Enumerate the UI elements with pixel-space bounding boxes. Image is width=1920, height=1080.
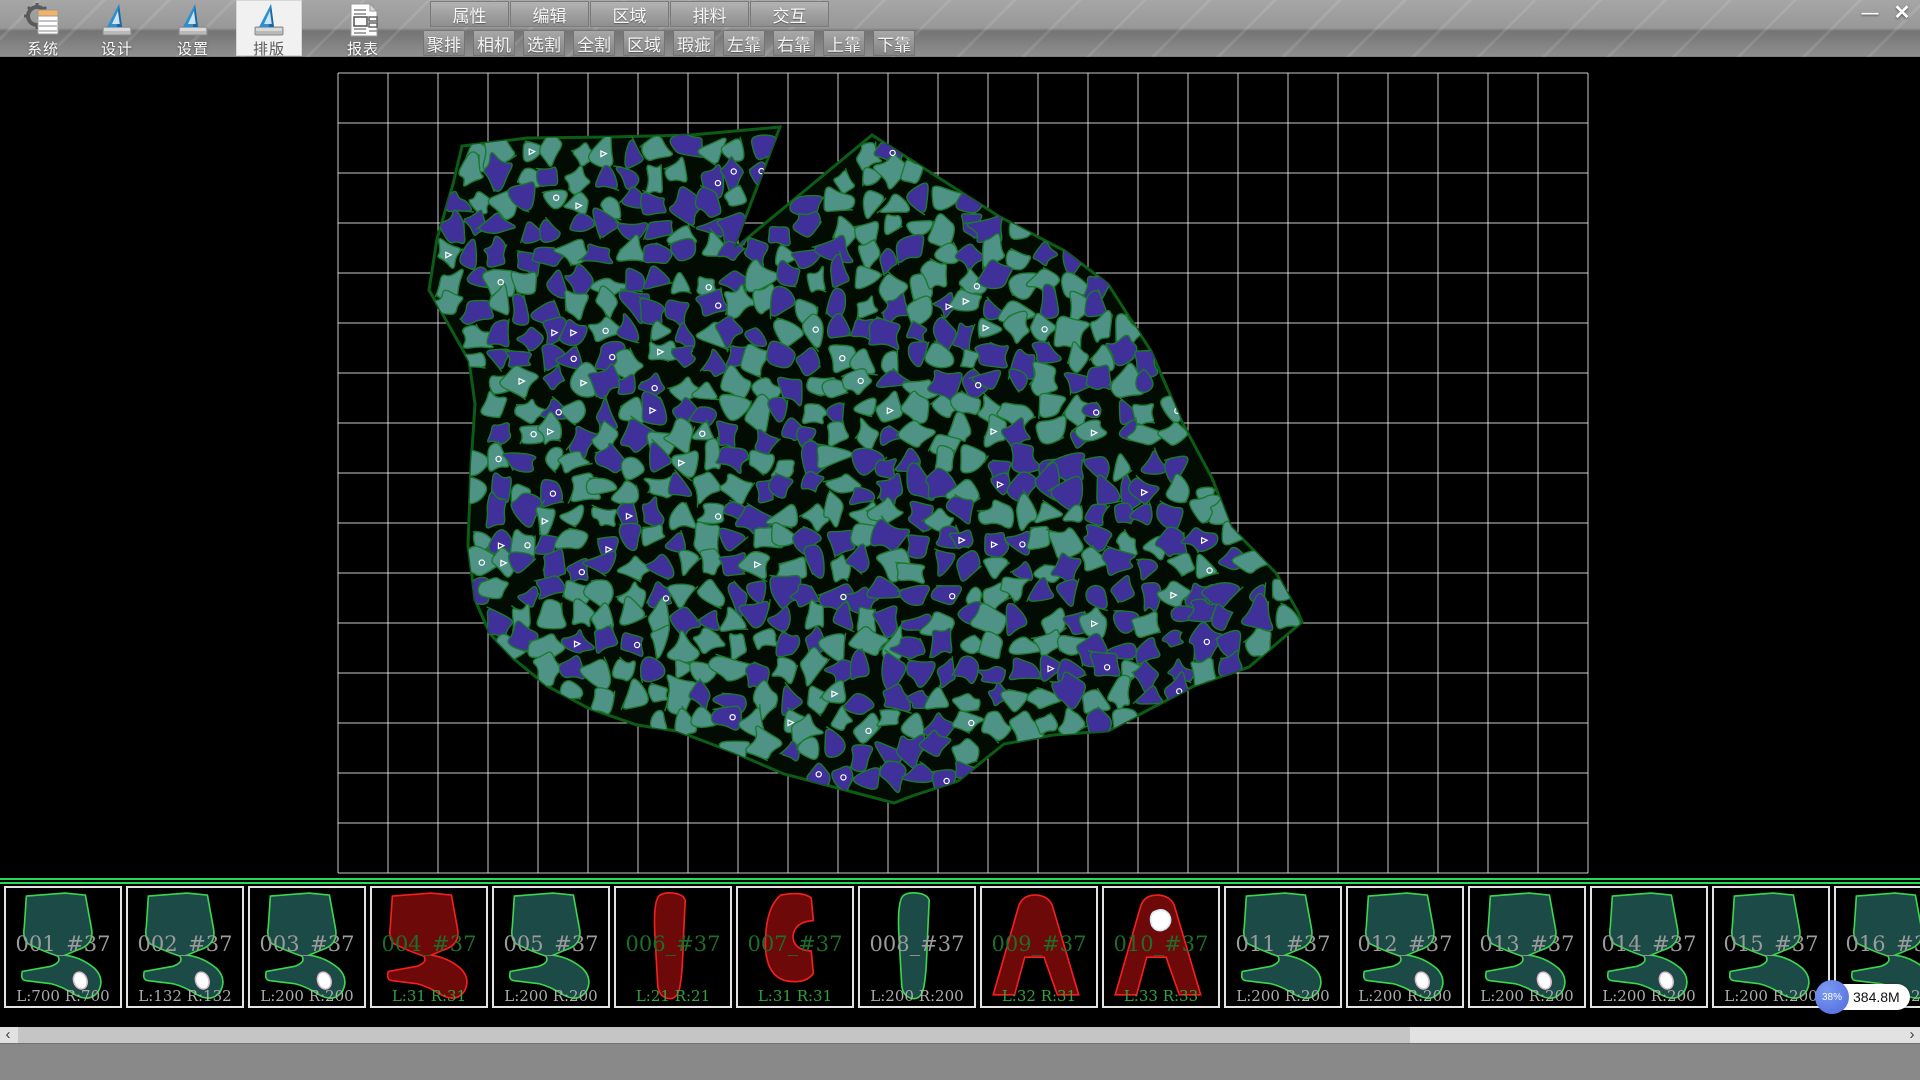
piece-lr-count: L:700 R:700 xyxy=(6,987,120,1005)
horizontal-scrollbar[interactable]: ‹ › xyxy=(0,1027,1920,1043)
app-button-label: 报表 xyxy=(330,38,396,59)
piece-lr-count: L:200 R:200 xyxy=(1348,987,1462,1005)
status-bar xyxy=(0,1043,1920,1080)
piece-thumbnail[interactable]: 002_#37 L:132 R:132 xyxy=(126,886,244,1008)
tool-button-align-left[interactable]: 左靠 xyxy=(723,30,765,56)
piece-lr-count: L:31 R:31 xyxy=(372,987,486,1005)
piece-id-label: 010_#37 xyxy=(1104,932,1218,956)
ruler-icon xyxy=(84,2,150,38)
piece-lr-count: L:200 R:200 xyxy=(1470,987,1584,1005)
system-icon xyxy=(10,2,76,38)
piece-id-label: 015_#37 xyxy=(1714,932,1828,956)
minimize-button[interactable]: — xyxy=(1856,2,1884,24)
tool-button-cut-all[interactable]: 全割 xyxy=(573,30,615,56)
ruler-icon xyxy=(236,2,302,38)
piece-id-label: 002_#37 xyxy=(128,932,242,956)
tool-bar: 聚排相机选割全割区域瑕疵左靠右靠上靠下靠 xyxy=(423,30,923,56)
menu-item-region[interactable]: 区域 xyxy=(590,1,669,27)
piece-id-label: 012_#37 xyxy=(1348,932,1462,956)
scroll-left-arrow[interactable]: ‹ xyxy=(0,1027,16,1043)
tool-button-select-cut[interactable]: 选割 xyxy=(523,30,565,56)
menu-item-interact[interactable]: 交互 xyxy=(750,1,829,27)
tool-button-align-bottom[interactable]: 下靠 xyxy=(873,30,915,56)
tool-button-align-right[interactable]: 右靠 xyxy=(773,30,815,56)
piece-id-label: 011_#37 xyxy=(1226,932,1340,956)
window-controls: — ✕ xyxy=(1856,2,1916,24)
piece-thumbnail[interactable]: 005_#37 L:200 R:200 xyxy=(492,886,610,1008)
menu-item-properties[interactable]: 属性 xyxy=(430,1,509,27)
piece-thumbnail[interactable]: 014_#37 L:200 R:200 xyxy=(1590,886,1708,1008)
piece-lr-count: L:200 R:200 xyxy=(1714,987,1828,1005)
piece-id-label: 005_#37 xyxy=(494,932,608,956)
piece-id-label: 001_#37 xyxy=(6,932,120,956)
piece-lr-count: L:200 R:200 xyxy=(250,987,364,1005)
piece-lr-count: L:200 R:200 xyxy=(1226,987,1340,1005)
piece-id-label: 003_#37 xyxy=(250,932,364,956)
close-button[interactable]: ✕ xyxy=(1888,2,1916,24)
strip-accent-line xyxy=(0,878,1920,880)
piece-lr-count: L:132 R:132 xyxy=(128,987,242,1005)
piece-lr-count: L:200 R:200 xyxy=(1592,987,1706,1005)
app-button-layout[interactable]: 排版 xyxy=(236,0,302,56)
tool-button-region[interactable]: 区域 xyxy=(623,30,665,56)
memory-value: 384.8M xyxy=(1853,989,1900,1005)
app-button-label: 设计 xyxy=(84,38,150,59)
app-button-system[interactable]: 系统 xyxy=(10,0,76,56)
menu-item-edit[interactable]: 编辑 xyxy=(510,1,589,27)
scroll-right-arrow[interactable]: › xyxy=(1904,1027,1920,1043)
tool-button-camera[interactable]: 相机 xyxy=(473,30,515,56)
piece-thumbnail[interactable]: 011_#37 L:200 R:200 xyxy=(1224,886,1342,1008)
piece-thumbnail-cells: 001_#37 L:700 R:700 002_#37 L:132 R:132 003_… xyxy=(0,886,1920,1008)
piece-thumbnail[interactable]: 003_#37 L:200 R:200 xyxy=(248,886,366,1008)
piece-lr-count: L:31 R:31 xyxy=(738,987,852,1005)
toolbar: 系统设计设置排版报表 属性编辑区域排料交互 聚排相机选割全割区域瑕疵左靠右靠上靠… xyxy=(0,0,1920,57)
piece-lr-count: L:21 R:21 xyxy=(616,987,730,1005)
piece-thumbnail-strip: 001_#37 L:700 R:700 002_#37 L:132 R:132 003_… xyxy=(0,878,1920,1010)
menu-bar: 属性编辑区域排料交互 xyxy=(430,1,830,28)
percent-indicator: 38% xyxy=(1815,980,1849,1014)
piece-lr-count: L:32 R:31 xyxy=(982,987,1096,1005)
app-button-label: 排版 xyxy=(236,38,302,59)
piece-thumbnail[interactable]: 015_#37 L:200 R:200 xyxy=(1712,886,1830,1008)
piece-id-label: 004_#37 xyxy=(372,932,486,956)
piece-id-label: 013_#37 xyxy=(1470,932,1584,956)
piece-id-label: 014_#37 xyxy=(1592,932,1706,956)
piece-thumbnail[interactable]: 010_#37 L:33 R:33 xyxy=(1102,886,1220,1008)
nesting-layout-drawing xyxy=(0,57,1920,878)
piece-thumbnail[interactable]: 007_#37 L:31 R:31 xyxy=(736,886,854,1008)
memory-badge: 38% 384.8M xyxy=(1822,984,1910,1010)
piece-id-label: 016_#37 xyxy=(1836,932,1920,956)
app-button-label: 设置 xyxy=(160,38,226,59)
tool-button-align-top[interactable]: 上靠 xyxy=(823,30,865,56)
app-button-design[interactable]: 设计 xyxy=(84,0,150,56)
app-window: 系统设计设置排版报表 属性编辑区域排料交互 聚排相机选割全割区域瑕疵左靠右靠上靠… xyxy=(0,0,1920,1080)
piece-thumbnail[interactable]: 013_#37 L:200 R:200 xyxy=(1468,886,1586,1008)
strip-accent-line xyxy=(0,882,1920,884)
piece-thumbnail[interactable]: 006_#37 L:21 R:21 xyxy=(614,886,732,1008)
tool-button-defect[interactable]: 瑕疵 xyxy=(673,30,715,56)
report-icon xyxy=(330,2,396,38)
tool-button-cluster-nest[interactable]: 聚排 xyxy=(423,30,465,56)
piece-thumbnail[interactable]: 008_#37 L:200 R:200 xyxy=(858,886,976,1008)
piece-thumbnail[interactable]: 001_#37 L:700 R:700 xyxy=(4,886,122,1008)
piece-id-label: 006_#37 xyxy=(616,932,730,956)
piece-thumbnail[interactable]: 004_#37 L:31 R:31 xyxy=(370,886,488,1008)
piece-lr-count: L:200 R:200 xyxy=(494,987,608,1005)
piece-lr-count: L:33 R:33 xyxy=(1104,987,1218,1005)
menu-item-nesting[interactable]: 排料 xyxy=(670,1,749,27)
nesting-canvas[interactable] xyxy=(0,57,1920,878)
ruler-icon xyxy=(160,2,226,38)
app-button-report[interactable]: 报表 xyxy=(330,0,396,56)
piece-id-label: 008_#37 xyxy=(860,932,974,956)
scrollbar-thumb[interactable] xyxy=(18,1027,1410,1043)
piece-lr-count: L:200 R:200 xyxy=(860,987,974,1005)
app-button-settings[interactable]: 设置 xyxy=(160,0,226,56)
piece-thumbnail[interactable]: 012_#37 L:200 R:200 xyxy=(1346,886,1464,1008)
piece-id-label: 009_#37 xyxy=(982,932,1096,956)
app-button-label: 系统 xyxy=(10,38,76,59)
piece-id-label: 007_#37 xyxy=(738,932,852,956)
piece-thumbnail[interactable]: 009_#37 L:32 R:31 xyxy=(980,886,1098,1008)
